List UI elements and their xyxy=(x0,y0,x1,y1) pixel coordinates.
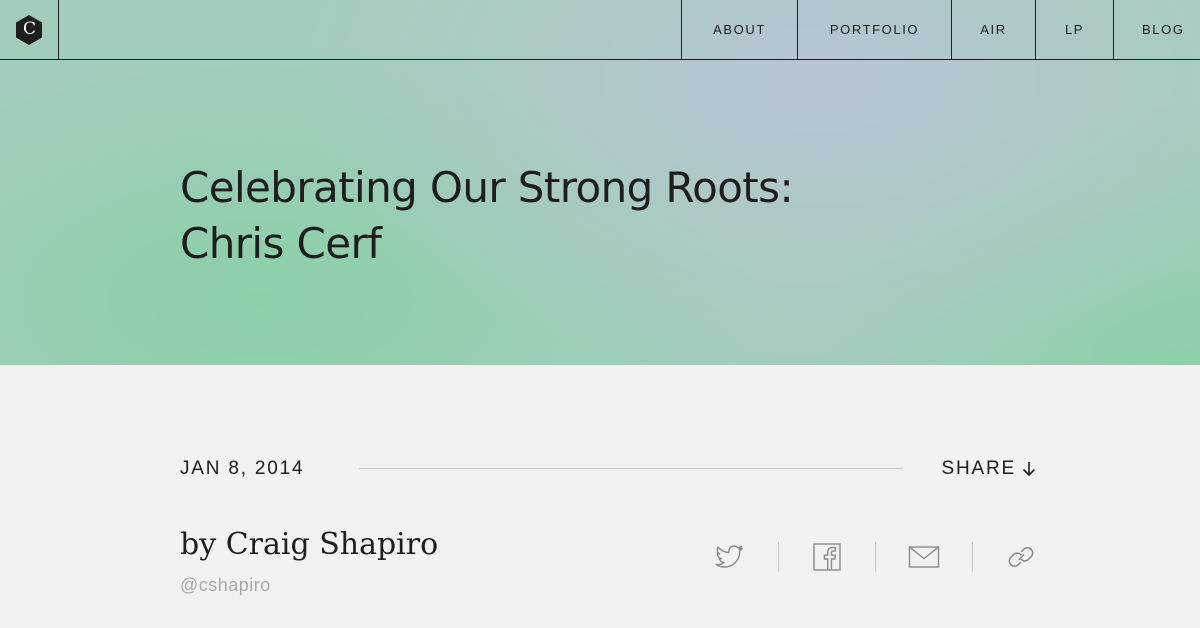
home-logo-link[interactable]: C xyxy=(0,0,59,59)
share-icons-row xyxy=(700,538,1040,576)
nav-about-link[interactable]: ABOUT xyxy=(681,0,797,59)
top-navigation-bar: C ABOUT PORTFOLIO AIR LP BLOG xyxy=(0,0,1200,60)
post-title-line-2: Chris Cerf xyxy=(180,219,382,268)
share-separator xyxy=(778,542,779,572)
post-date: JAN 8, 2014 xyxy=(180,458,305,479)
share-toggle-button[interactable]: SHARE xyxy=(942,456,1036,482)
share-email-button[interactable] xyxy=(904,538,944,576)
share-separator xyxy=(972,542,973,572)
nav-portfolio-link[interactable]: PORTFOLIO xyxy=(797,0,951,59)
nav-lp-link[interactable]: LP xyxy=(1035,0,1113,59)
author-handle-link[interactable]: @cshapiro xyxy=(180,573,271,597)
share-facebook-button[interactable] xyxy=(807,538,847,576)
logo-letter: C xyxy=(22,19,36,39)
share-separator xyxy=(875,542,876,572)
share-label: SHARE xyxy=(941,458,1016,479)
main-nav: ABOUT PORTFOLIO AIR LP BLOG xyxy=(681,0,1200,59)
nav-blog-link[interactable]: BLOG xyxy=(1113,0,1200,59)
post-author: by Craig Shapiro xyxy=(180,527,439,562)
nav-air-link[interactable]: AIR xyxy=(951,0,1035,59)
post-title-line-1: Celebrating Our Strong Roots: xyxy=(180,163,794,212)
link-icon xyxy=(1008,546,1034,568)
facebook-icon xyxy=(813,543,841,571)
share-link-button[interactable] xyxy=(1001,538,1041,576)
arrow-down-icon xyxy=(1022,462,1036,477)
meta-divider xyxy=(359,468,903,469)
post-title: Celebrating Our Strong Roots: Chris Cerf xyxy=(180,160,940,272)
email-icon xyxy=(908,546,940,568)
post-meta-row: JAN 8, 2014 SHARE xyxy=(180,456,1036,482)
share-twitter-button[interactable] xyxy=(710,538,750,576)
twitter-icon xyxy=(715,545,743,568)
